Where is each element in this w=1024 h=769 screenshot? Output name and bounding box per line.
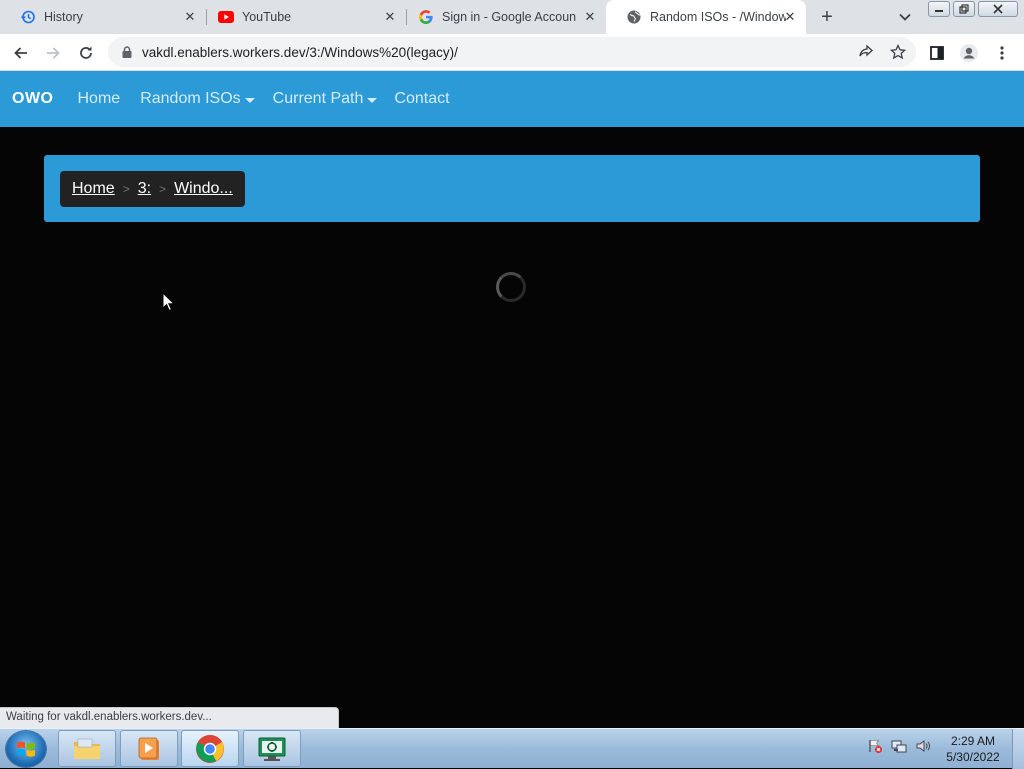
back-arrow-icon[interactable]	[8, 40, 34, 66]
taskbar-remote-desktop[interactable]	[243, 730, 301, 767]
share-icon[interactable]	[854, 40, 878, 64]
mouse-cursor-icon	[162, 291, 176, 312]
breadcrumb-separator: >	[122, 182, 130, 196]
breadcrumb-item-folder[interactable]: Windo...	[174, 180, 233, 198]
nav-label: Contact	[394, 90, 450, 107]
breadcrumb-separator: >	[159, 182, 167, 196]
nav-label: Random ISOs	[140, 90, 241, 107]
side-panel-icon[interactable]	[924, 40, 950, 66]
address-bar[interactable]: vakdl.enablers.workers.dev/3:/Windows%20…	[108, 37, 916, 67]
volume-icon[interactable]	[914, 737, 932, 755]
close-icon[interactable]: ✕	[382, 9, 398, 25]
forward-arrow-icon[interactable]	[40, 40, 66, 66]
breadcrumb: Home > 3: > Windo...	[60, 171, 245, 207]
nav-home[interactable]: Home	[78, 90, 121, 108]
close-icon[interactable]: ✕	[182, 9, 198, 25]
caret-down-icon	[244, 97, 255, 103]
brand-logo[interactable]: OWO	[12, 90, 54, 108]
taskbar-explorer[interactable]	[58, 730, 116, 767]
loading-spinner	[496, 272, 526, 302]
action-center-flag-icon[interactable]	[866, 737, 884, 755]
clock-date: 5/30/2022	[946, 750, 1000, 764]
chrome-icon	[196, 734, 224, 763]
breadcrumb-item-home[interactable]: Home	[72, 180, 115, 198]
windows-logo-icon	[17, 741, 35, 757]
tab-google-signin[interactable]: Sign in - Google Accounts ✕	[398, 0, 606, 34]
nav-label: Current Path	[272, 90, 364, 107]
youtube-icon	[218, 9, 234, 25]
start-button[interactable]	[6, 731, 46, 767]
tab-youtube[interactable]: YouTube ✕	[198, 0, 406, 34]
remote-desktop-icon	[258, 737, 286, 761]
network-icon[interactable]	[890, 737, 908, 755]
close-window-icon[interactable]	[978, 1, 1018, 17]
chevron-down-icon[interactable]	[895, 8, 915, 26]
new-tab-icon[interactable]: +	[815, 5, 839, 29]
taskbar-clock[interactable]: 2:29 AM 5/30/2022	[938, 733, 1008, 765]
google-icon	[418, 9, 434, 25]
clock-time: 2:29 AM	[950, 734, 996, 748]
nav-current-path-dropdown[interactable]: Current Path	[273, 90, 378, 108]
kebab-menu-icon[interactable]	[989, 40, 1015, 66]
media-player-icon	[138, 737, 159, 760]
site-navbar: OWO Home Random ISOs Current Path Contac…	[0, 71, 1024, 127]
star-icon[interactable]	[886, 40, 910, 64]
tab-title: History	[44, 10, 83, 24]
breadcrumb-item-drive[interactable]: 3:	[138, 180, 151, 198]
browser-toolbar: vakdl.enablers.workers.dev/3:/Windows%20…	[0, 34, 1024, 71]
status-bubble: Waiting for vakdl.enablers.workers.dev..…	[0, 707, 339, 728]
history-icon	[20, 9, 36, 25]
nav-random-isos-dropdown[interactable]: Random ISOs	[140, 90, 255, 108]
close-icon[interactable]: ✕	[782, 9, 798, 25]
nav-contact[interactable]: Contact	[394, 90, 449, 108]
tab-random-isos[interactable]: Random ISOs - /Windows ✕	[606, 0, 806, 34]
lock-icon[interactable]	[120, 45, 134, 59]
taskbar-chrome[interactable]	[181, 730, 239, 767]
show-desktop-button[interactable]	[1012, 729, 1024, 769]
url-text[interactable]: vakdl.enablers.workers.dev/3:/Windows%20…	[142, 45, 458, 60]
windows-taskbar: 2:29 AM 5/30/2022	[0, 728, 1024, 769]
caret-down-icon	[367, 97, 378, 103]
profile-avatar-icon[interactable]	[956, 40, 982, 66]
explorer-icon	[74, 738, 100, 759]
minimize-icon[interactable]	[928, 1, 950, 17]
globe-icon	[626, 9, 642, 25]
tab-strip: History ✕ YouTube ✕ Sign in - Google Acc…	[0, 0, 1024, 34]
tab-title: Sign in - Google Accounts	[442, 10, 576, 24]
reload-icon[interactable]	[73, 40, 99, 66]
tab-title: Random ISOs - /Windows	[650, 10, 786, 24]
breadcrumb-card: Home > 3: > Windo...	[44, 155, 980, 222]
nav-label: Home	[77, 90, 121, 107]
restore-icon[interactable]	[953, 1, 975, 17]
taskbar-media-player[interactable]	[120, 730, 178, 767]
tab-title: YouTube	[242, 10, 292, 24]
tab-history[interactable]: History ✕	[0, 0, 206, 34]
close-icon[interactable]: ✕	[582, 9, 598, 25]
